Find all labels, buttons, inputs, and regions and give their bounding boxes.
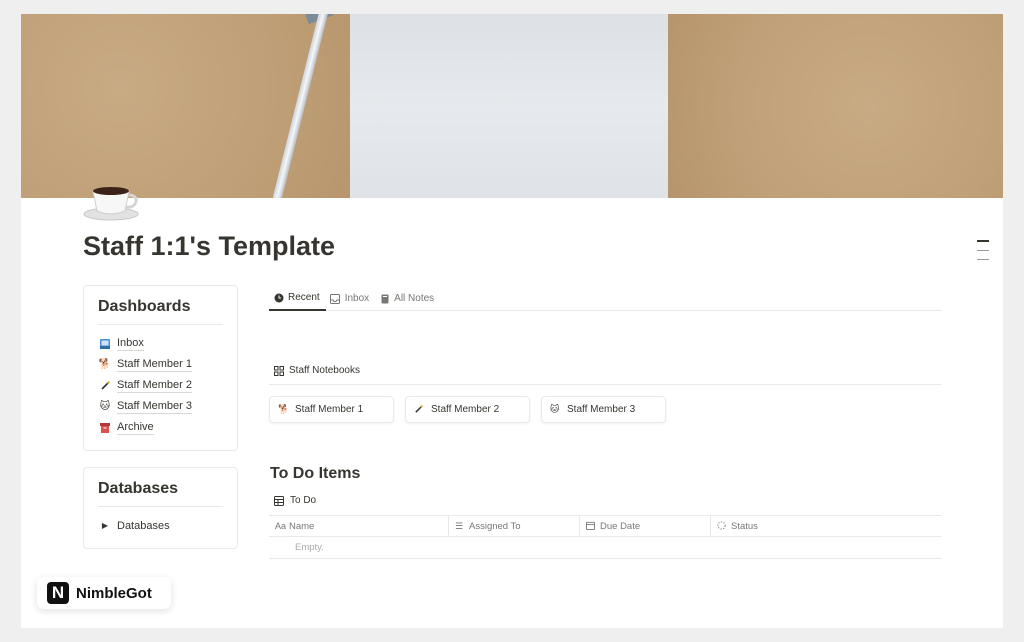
staff-notebooks-view-label[interactable]: Staff Notebooks bbox=[274, 365, 360, 376]
cat-icon: 🐱 bbox=[550, 404, 560, 414]
notion-page: Staff 1:1's Template Dashboards Inbox 🐕 … bbox=[21, 14, 1003, 628]
page-cover-image[interactable] bbox=[21, 14, 1003, 198]
table-of-contents-indicator[interactable] bbox=[977, 240, 989, 268]
gallery-card-staff-member-3[interactable]: 🐱 Staff Member 3 bbox=[541, 396, 666, 423]
cover-white-paper bbox=[350, 14, 668, 198]
list-property-icon: ☰ bbox=[455, 520, 464, 531]
view-tabs: Recent Inbox All Notes bbox=[269, 286, 941, 311]
inbox-tray-icon bbox=[330, 293, 341, 304]
nimblegot-logo-icon: N bbox=[47, 582, 69, 604]
todo-table-header: Aa Name ☰ Assigned To Due Date Status bbox=[269, 515, 941, 537]
cover-kraft-paper-right bbox=[668, 14, 1003, 198]
tab-recent[interactable]: Recent bbox=[269, 286, 326, 311]
gallery-card-staff-member-1[interactable]: 🐕 Staff Member 1 bbox=[269, 396, 394, 423]
coffee-cup-icon[interactable] bbox=[83, 177, 143, 221]
archive-box-icon bbox=[98, 421, 112, 435]
dashboard-item-staff-member-2[interactable]: Staff Member 2 bbox=[98, 375, 223, 396]
nimblegot-brand-badge: N NimbleGot bbox=[37, 577, 171, 609]
dog-icon: 🐕 bbox=[278, 404, 290, 414]
gallery-divider bbox=[269, 384, 941, 385]
clock-icon bbox=[273, 292, 284, 303]
calendar-icon bbox=[586, 521, 597, 532]
todo-heading[interactable]: To Do Items bbox=[270, 465, 360, 483]
databases-card: Databases ▶ Databases bbox=[83, 467, 238, 549]
dashboard-item-archive[interactable]: Archive bbox=[98, 417, 223, 438]
column-header-status[interactable]: Status bbox=[711, 516, 941, 536]
column-header-due-date[interactable]: Due Date bbox=[580, 516, 711, 536]
text-property-icon: Aa bbox=[275, 521, 287, 531]
dashboards-heading: Dashboards bbox=[98, 298, 223, 325]
page-title[interactable]: Staff 1:1's Template bbox=[83, 231, 335, 262]
column-header-assigned-to[interactable]: ☰ Assigned To bbox=[449, 516, 580, 536]
tab-inbox[interactable]: Inbox bbox=[326, 286, 375, 311]
todo-empty-row[interactable]: Empty. bbox=[269, 537, 941, 559]
databases-toggle[interactable]: ▶ Databases bbox=[98, 515, 223, 536]
status-icon bbox=[717, 520, 728, 532]
wand-icon bbox=[98, 379, 112, 393]
dashboard-item-staff-member-1[interactable]: 🐕 Staff Member 1 bbox=[98, 354, 223, 375]
gallery-card-staff-member-2[interactable]: Staff Member 2 bbox=[405, 396, 530, 423]
triangle-right-icon[interactable]: ▶ bbox=[98, 519, 112, 533]
dashboard-item-staff-member-3[interactable]: 🐱 Staff Member 3 bbox=[98, 396, 223, 417]
dashboard-item-inbox[interactable]: Inbox bbox=[98, 333, 223, 354]
cat-icon: 🐱 bbox=[99, 401, 111, 412]
inbox-tray-icon bbox=[98, 337, 112, 351]
todo-database-label[interactable]: To Do bbox=[274, 495, 316, 506]
table-icon bbox=[274, 495, 284, 506]
databases-heading: Databases bbox=[98, 480, 223, 507]
dog-icon: 🐕 bbox=[98, 359, 112, 370]
dashboards-card: Dashboards Inbox 🐕 Staff Member 1 Staff … bbox=[83, 285, 238, 451]
column-header-name[interactable]: Aa Name bbox=[269, 516, 449, 536]
notebook-icon bbox=[379, 293, 390, 304]
gallery-grid-icon bbox=[274, 365, 284, 376]
tab-all-notes[interactable]: All Notes bbox=[375, 286, 440, 311]
brand-name: NimbleGot bbox=[76, 584, 152, 602]
wand-icon bbox=[414, 404, 426, 416]
